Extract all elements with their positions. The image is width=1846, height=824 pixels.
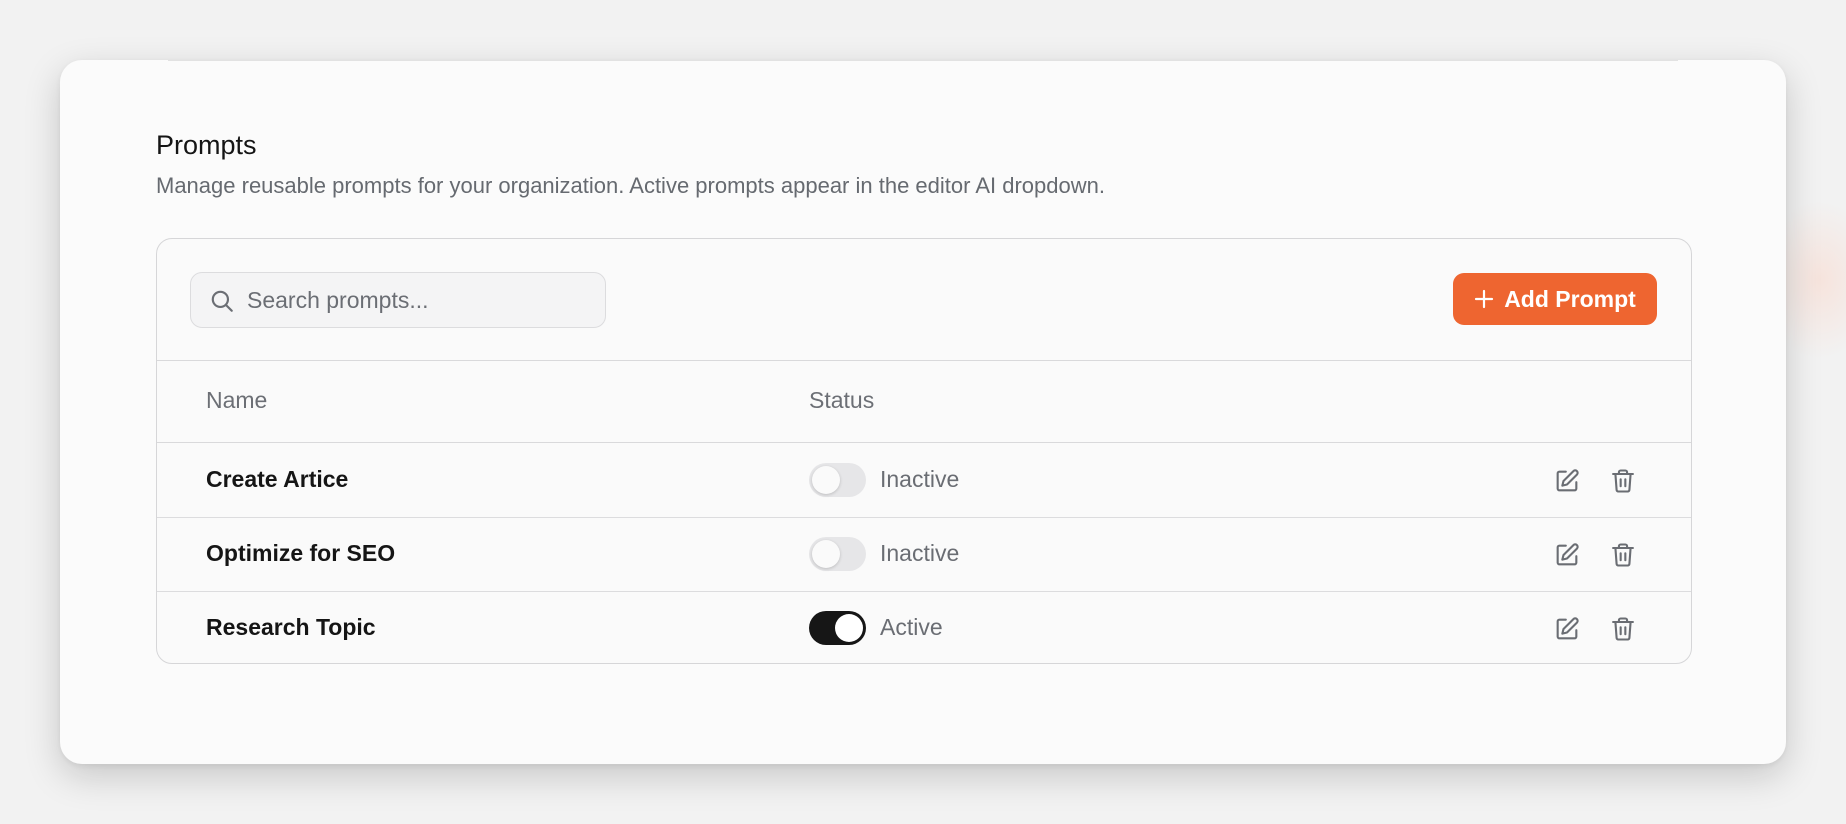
table-row: Optimize for SEO Inactive (157, 518, 1691, 592)
add-prompt-button[interactable]: Add Prompt (1453, 273, 1657, 325)
status-label: Inactive (880, 466, 960, 492)
trash-icon[interactable] (1609, 615, 1637, 643)
prompt-name: Optimize for SEO (206, 540, 396, 566)
page-subtitle: Manage reusable prompts for your organiz… (156, 173, 1105, 198)
status-label: Inactive (880, 540, 960, 566)
toggle-knob (835, 614, 863, 642)
table-header: Name Status (157, 361, 1691, 443)
prompt-name: Research Topic (206, 614, 376, 640)
prompt-name: Create Artice (206, 466, 349, 492)
table-row: Create Artice Inactive (157, 444, 1691, 518)
prompts-card: Prompts Manage reusable prompts for your… (60, 60, 1786, 764)
toggle-knob (812, 540, 840, 568)
column-header-status: Status (809, 387, 875, 413)
add-prompt-label: Add Prompt (1504, 285, 1636, 312)
trash-icon[interactable] (1609, 541, 1637, 569)
status-toggle[interactable] (809, 611, 866, 645)
search-icon (211, 290, 233, 312)
toggle-knob (812, 466, 840, 494)
status-toggle[interactable] (809, 463, 866, 497)
status-toggle[interactable] (809, 537, 866, 571)
prompts-toolbar: Add Prompt (157, 239, 1691, 361)
search-box[interactable] (190, 272, 606, 328)
page-title: Prompts (156, 130, 257, 160)
edit-icon[interactable] (1553, 541, 1581, 569)
plus-icon (1475, 289, 1494, 309)
page-background: Prompts Manage reusable prompts for your… (0, 0, 1846, 824)
edit-icon[interactable] (1553, 615, 1581, 643)
trash-icon[interactable] (1609, 467, 1637, 495)
status-label: Active (880, 614, 943, 640)
table-row: Research Topic Active (157, 592, 1691, 663)
column-header-name: Name (206, 387, 268, 413)
edit-icon[interactable] (1553, 467, 1581, 495)
card-top-divider (168, 60, 1678, 61)
prompts-panel: Add Prompt Name Status Create Artice Inac… (156, 238, 1692, 664)
search-input[interactable] (247, 273, 597, 327)
